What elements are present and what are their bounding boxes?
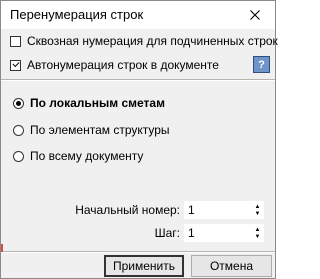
continuous-numbering-option[interactable]: Сквозная нумерация для подчиненных строк: [10, 34, 278, 48]
start-number-label: Начальный номер:: [75, 203, 180, 217]
close-button[interactable]: [235, 1, 275, 29]
scope-radio-structure-elements[interactable]: [13, 124, 24, 136]
dialog-window: Перенумерация строк Сквозная нумерация д…: [0, 0, 278, 279]
continuous-numbering-checkbox[interactable]: [10, 35, 21, 47]
window-title: Перенумерация строк: [10, 7, 144, 22]
auto-numbering-checkbox[interactable]: [10, 59, 21, 71]
scope-option-structure-elements[interactable]: По элементам структуры: [13, 123, 170, 137]
dialog-body: Сквозная нумерация для подчиненных строк…: [1, 29, 278, 278]
cancel-button-label: Отмена: [209, 259, 254, 273]
spin-down-icon[interactable]: ▼: [255, 211, 261, 217]
spin-up-icon[interactable]: ▲: [255, 204, 261, 210]
start-number-value: 1: [188, 203, 195, 217]
divider-highlight: [1, 80, 275, 81]
scope-label-local-estimates: По локальным сметам: [30, 96, 165, 110]
edge-marker: [1, 244, 3, 252]
scope-radio-local-estimates[interactable]: [13, 97, 24, 109]
step-spinner[interactable]: 1 ▲ ▼: [184, 224, 264, 242]
close-icon: [250, 10, 260, 20]
spin-down-icon[interactable]: ▼: [255, 234, 261, 240]
continuous-numbering-label: Сквозная нумерация для подчиненных строк: [27, 34, 278, 48]
step-value: 1: [188, 226, 195, 240]
auto-numbering-label: Автонумерация строк в документе: [27, 58, 219, 72]
step-label: Шаг:: [154, 226, 180, 240]
step-arrows[interactable]: ▲ ▼: [254, 227, 261, 240]
cancel-button[interactable]: Отмена: [191, 255, 272, 277]
title-bar: Перенумерация строк: [1, 1, 275, 29]
scope-option-local-estimates[interactable]: По локальным сметам: [13, 96, 165, 110]
auto-numbering-option[interactable]: Автонумерация строк в документе: [10, 58, 219, 72]
apply-button[interactable]: Применить: [104, 255, 184, 277]
help-icon: ?: [258, 58, 265, 71]
help-button[interactable]: ?: [253, 56, 270, 73]
scope-label-structure-elements: По элементам структуры: [30, 123, 170, 137]
start-number-spinner[interactable]: 1 ▲ ▼: [184, 201, 264, 219]
start-number-arrows[interactable]: ▲ ▼: [254, 204, 261, 217]
scope-radio-whole-document[interactable]: [13, 150, 24, 162]
spin-up-icon[interactable]: ▲: [255, 227, 261, 233]
scope-label-whole-document: По всему документу: [30, 149, 144, 163]
scope-option-whole-document[interactable]: По всему документу: [13, 149, 143, 163]
apply-button-label: Применить: [112, 259, 175, 273]
buttons-divider-highlight: [1, 252, 275, 253]
